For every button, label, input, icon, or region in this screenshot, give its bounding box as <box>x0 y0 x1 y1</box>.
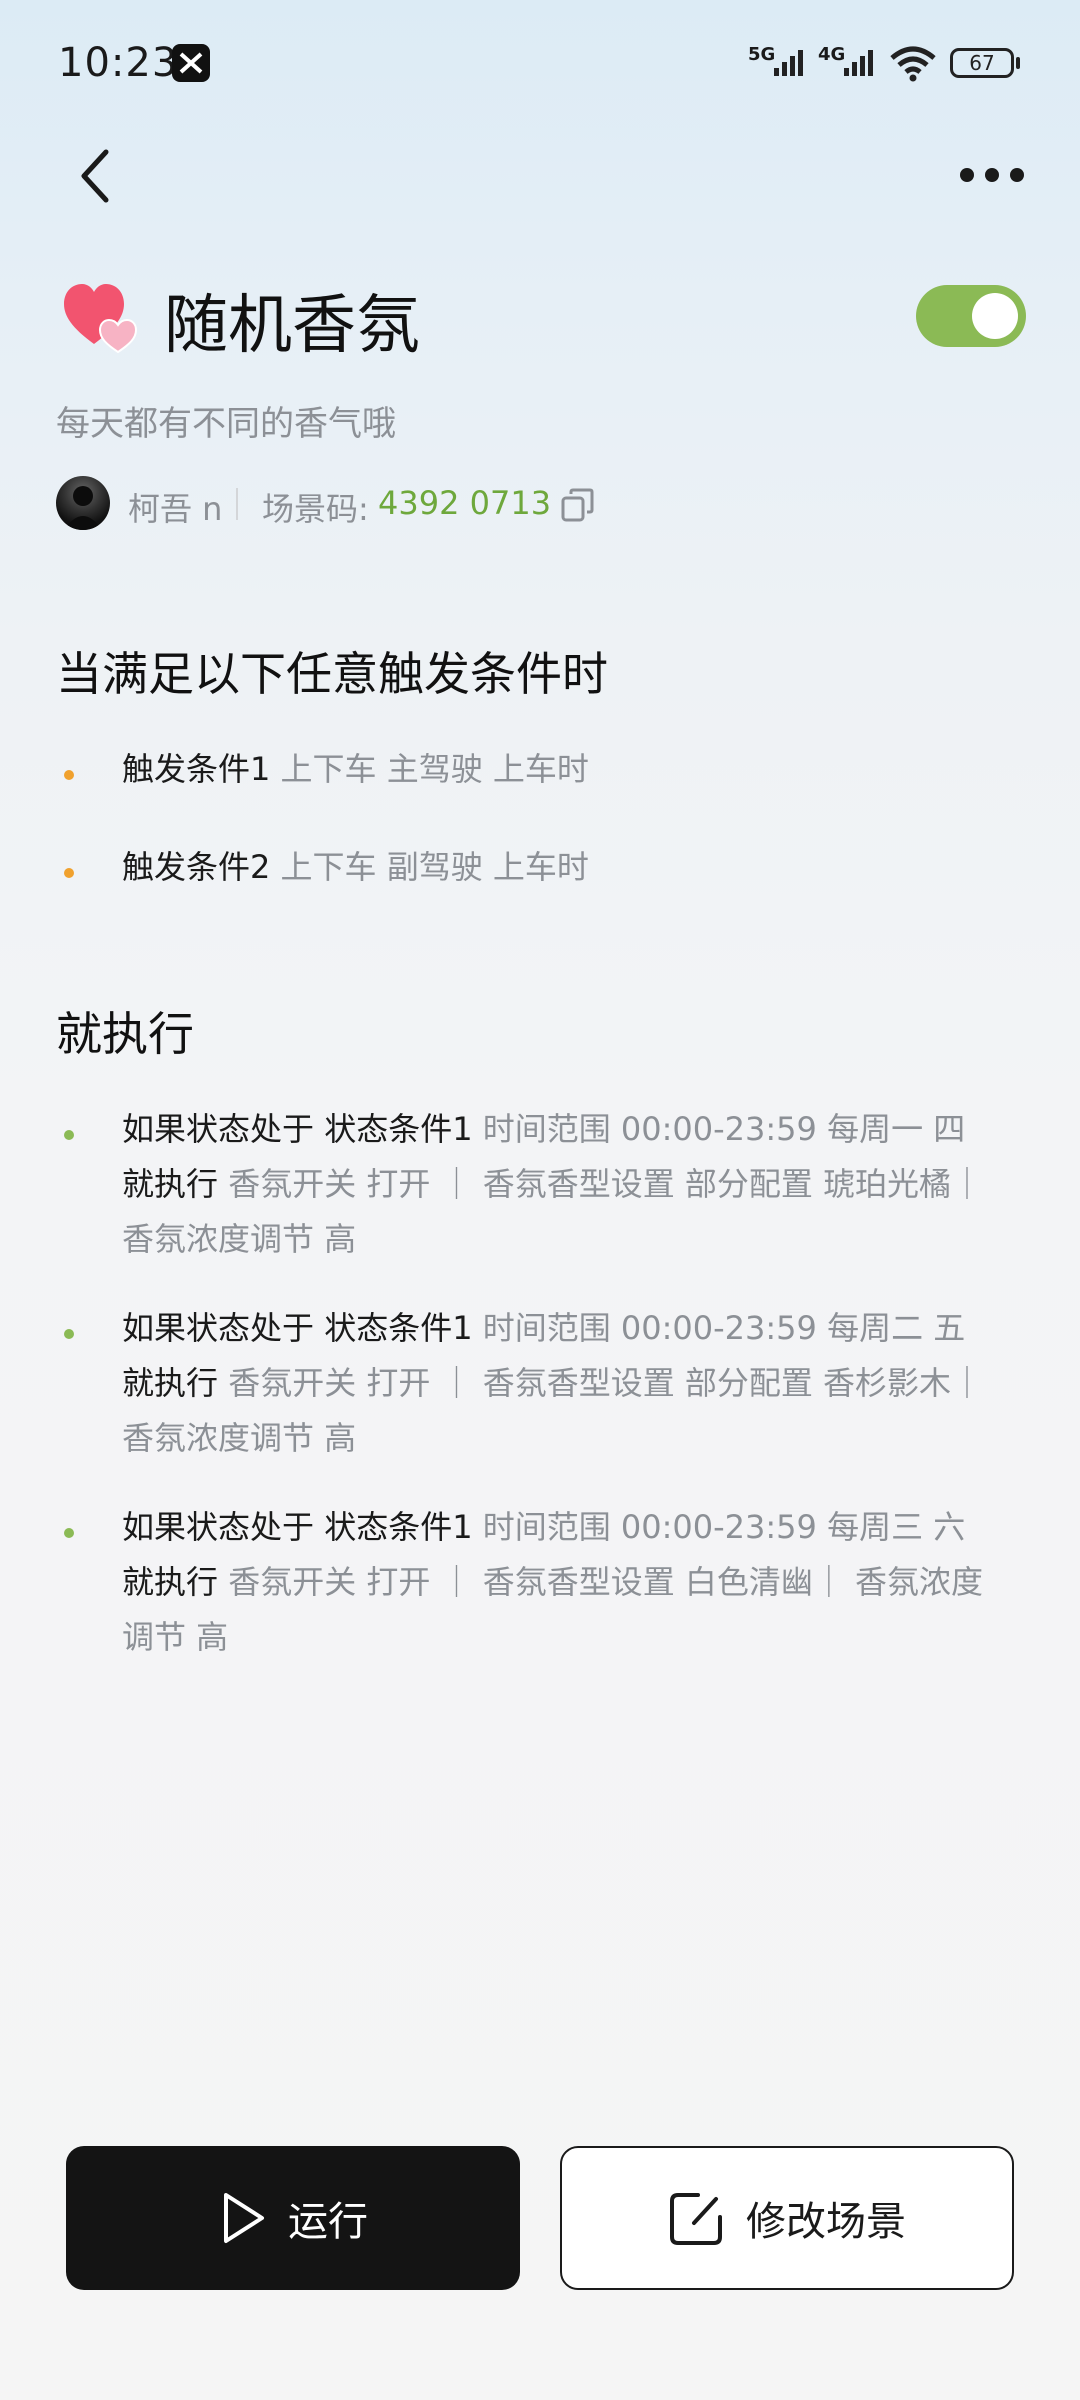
more-button[interactable] <box>956 158 1028 192</box>
scene-code-label: 场景码: <box>262 490 369 528</box>
author-avatar[interactable] <box>56 476 110 530</box>
page-title: 随机香氛 <box>164 289 420 363</box>
wifi-icon <box>890 46 936 82</box>
action-condition-label: 状态条件1 <box>324 1508 473 1546</box>
more-icon <box>960 168 974 182</box>
action-detail: 香氛开关 打开 ｜ 香氛香型设置 白色清幽｜ 香氛浓度 <box>228 1563 984 1601</box>
app-notification-icon <box>172 44 210 82</box>
trigger-bullet <box>64 770 74 780</box>
edit-scene-button[interactable]: 修改场景 <box>560 2146 1014 2290</box>
action-bullet <box>64 1329 74 1339</box>
action-item[interactable]: 如果状态处于 状态条件1 时间范围 00:00-23:59 每周三 六 就执行 … <box>122 1500 1022 1665</box>
scene-code: 4392 0713 <box>378 484 552 522</box>
signal-4g-icon <box>844 50 873 76</box>
action-condition-value: 时间范围 00:00-23:59 每周三 六 <box>482 1508 966 1546</box>
author-name[interactable]: 柯吾 n <box>128 484 222 530</box>
run-button-label: 运行 <box>288 2199 368 2245</box>
action-item[interactable]: 如果状态处于 状态条件1 时间范围 00:00-23:59 每周二 五 就执行 … <box>122 1301 1022 1466</box>
heart-icon <box>64 284 138 354</box>
play-icon <box>224 2193 264 2243</box>
trigger-label: 触发条件2 <box>122 848 271 886</box>
scene-enable-toggle[interactable] <box>916 285 1026 347</box>
author-divider <box>236 488 238 520</box>
action-if-label: 如果状态处于 <box>122 1309 315 1347</box>
trigger-label: 触发条件1 <box>122 750 271 788</box>
action-if-label: 如果状态处于 <box>122 1508 315 1546</box>
edit-icon <box>670 2193 722 2245</box>
action-do-label: 就执行 <box>122 1165 219 1203</box>
action-if-label: 如果状态处于 <box>122 1110 315 1148</box>
action-detail-cont: 香氛浓度调节 高 <box>122 1419 357 1457</box>
action-detail-cont: 调节 高 <box>122 1618 229 1656</box>
action-detail-cont: 香氛浓度调节 高 <box>122 1220 357 1258</box>
action-condition-label: 状态条件1 <box>324 1110 473 1148</box>
back-button[interactable] <box>70 146 122 206</box>
action-item[interactable]: 如果状态处于 状态条件1 时间范围 00:00-23:59 每周一 四 就执行 … <box>122 1102 1022 1267</box>
battery-tip <box>1016 57 1020 69</box>
signal-5g-icon <box>774 50 803 76</box>
battery-indicator: 67 <box>950 48 1014 78</box>
toggle-knob <box>972 293 1018 339</box>
scene-subtitle: 每天都有不同的香气哦 <box>56 404 396 444</box>
run-button[interactable]: 运行 <box>66 2146 520 2290</box>
action-condition-value: 时间范围 00:00-23:59 每周一 四 <box>482 1110 966 1148</box>
copy-button[interactable] <box>560 488 596 524</box>
trigger-value: 上下车 主驾驶 上车时 <box>280 750 589 788</box>
action-do-label: 就执行 <box>122 1364 219 1402</box>
action-do-label: 就执行 <box>122 1563 219 1601</box>
back-icon <box>81 149 109 203</box>
trigger-item[interactable]: 触发条件2 上下车 副驾驶 上车时 <box>122 840 1022 895</box>
trigger-value: 上下车 副驾驶 上车时 <box>280 848 589 886</box>
edit-button-label: 修改场景 <box>746 2199 906 2245</box>
trigger-item[interactable]: 触发条件1 上下车 主驾驶 上车时 <box>122 742 1022 797</box>
action-condition-value: 时间范围 00:00-23:59 每周二 五 <box>482 1309 966 1347</box>
trigger-bullet <box>64 868 74 878</box>
action-detail: 香氛开关 打开 ｜ 香氛香型设置 部分配置 香杉影木｜ <box>228 1364 984 1402</box>
actions-heading: 就执行 <box>56 1007 194 1061</box>
status-time: 10:23 <box>58 40 179 86</box>
action-bullet <box>64 1528 74 1538</box>
action-bullet <box>64 1130 74 1140</box>
copy-icon <box>561 488 594 522</box>
triggers-heading: 当满足以下任意触发条件时 <box>56 647 608 701</box>
action-condition-label: 状态条件1 <box>324 1309 473 1347</box>
action-detail: 香氛开关 打开 ｜ 香氛香型设置 部分配置 琥珀光橘｜ <box>228 1165 984 1203</box>
